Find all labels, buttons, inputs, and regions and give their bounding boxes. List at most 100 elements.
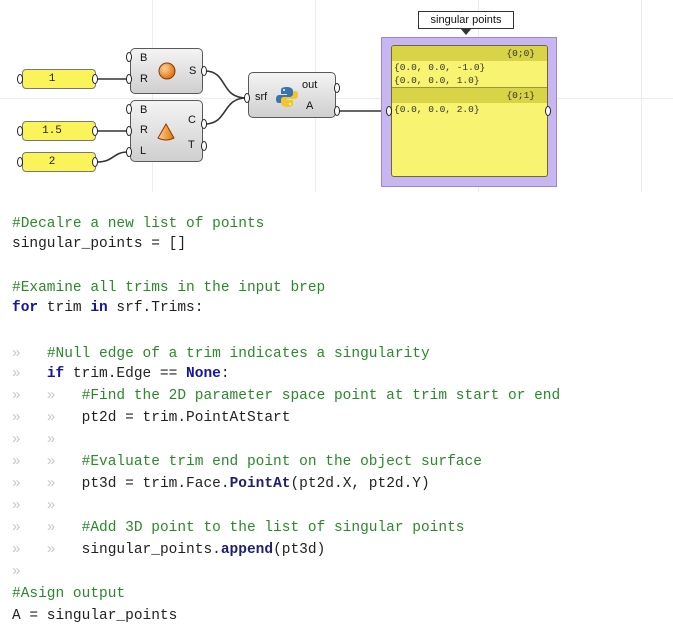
python-output-a-grip[interactable] — [334, 106, 340, 116]
number-slider[interactable]: 1 — [22, 69, 96, 89]
slider-output-grip[interactable] — [92, 126, 98, 136]
cone-output-c[interactable]: C — [188, 114, 196, 126]
cone-input-r[interactable]: R — [140, 124, 148, 136]
number-slider[interactable]: 2 — [22, 152, 96, 172]
method-pointat: PointAt — [229, 476, 291, 492]
python-output-out-grip[interactable] — [334, 83, 340, 93]
code-line-17: » — [12, 562, 21, 582]
wire-cone-to-python — [204, 97, 247, 125]
slider-left-grip[interactable] — [17, 74, 23, 84]
code-text: srf.Trims: — [107, 300, 204, 316]
code-text: trim.Edge == — [64, 366, 187, 382]
indent-guide: » — [12, 366, 47, 382]
cone-input-r-grip[interactable] — [126, 126, 132, 136]
panel-item: {0.0, 0.0, -1.0} — [394, 62, 486, 73]
indent-guide: » » — [12, 388, 82, 404]
code-comment: #Evaluate trim end point on the object s… — [81, 454, 482, 470]
sphere-input-r[interactable]: R — [140, 73, 148, 85]
code-line-7: » #Null edge of a trim indicates a singu… — [12, 344, 430, 364]
singular-points-panel[interactable]: {0;0} {0.0, 0.0, -1.0} {0.0, 0.0, 1.0} {… — [391, 45, 548, 177]
panel-output-grip[interactable] — [545, 106, 551, 116]
slider-left-grip[interactable] — [17, 157, 23, 167]
slider-output-grip[interactable] — [92, 157, 98, 167]
code-line-10: » » pt2d = trim.PointAtStart — [12, 408, 290, 428]
indent-guide: » » — [12, 520, 82, 536]
code-comment: #Add 3D point to the list of singular po… — [81, 520, 465, 536]
wire-slider3-to-cone-l — [95, 151, 129, 163]
wires — [95, 70, 388, 163]
code-line-4: #Examine all trims in the input brep — [12, 278, 325, 298]
sphere-input-r-grip[interactable] — [126, 74, 132, 84]
code-line-16: » » singular_points.append(pt3d) — [12, 540, 325, 560]
indent-guide: » » — [12, 454, 82, 470]
indent-guide: » » — [12, 476, 82, 492]
code-text: singular_points. — [81, 542, 221, 558]
cone-output-t[interactable]: T — [188, 139, 195, 151]
sphere-icon — [158, 62, 176, 80]
code-line-9: » » #Find the 2D parameter space point a… — [12, 386, 560, 406]
branch-path: {0;1} — [392, 88, 547, 103]
keyword-if: if — [46, 366, 65, 382]
indent-guide: » — [12, 346, 47, 362]
code-line-1: #Decalre a new list of points — [12, 214, 264, 234]
code-line-2: singular_points = [] — [12, 234, 186, 254]
code-line-18: #Asign output — [12, 584, 125, 604]
slider-left-grip[interactable] — [17, 126, 23, 136]
code-text: pt2d = trim.PointAtStart — [81, 410, 291, 426]
cone-output-c-grip[interactable] — [201, 119, 207, 129]
code-line-8: » if trim.Edge == None: — [12, 364, 230, 384]
sphere-output-s-grip[interactable] — [201, 66, 207, 76]
method-append: append — [220, 542, 274, 558]
indent-guide: » » — [12, 542, 82, 558]
keyword-for: for — [12, 300, 39, 316]
indent-guide: » » — [12, 432, 56, 448]
code-text: trim — [38, 300, 91, 316]
code-comment: #Examine all trims in the input brep — [12, 280, 326, 296]
code-line-13: » » pt3d = trim.Face.PointAt(pt2d.X, pt2… — [12, 474, 430, 494]
code-text: pt3d = trim.Face. — [81, 476, 230, 492]
wire-sphere-to-python — [204, 70, 247, 99]
cone-input-l-grip[interactable] — [126, 147, 132, 157]
cone-input-l[interactable]: L — [140, 145, 146, 157]
cone-input-b[interactable]: B — [140, 104, 147, 116]
code-text: : — [220, 366, 230, 382]
code-text: singular_points = [] — [12, 236, 187, 252]
indent-guide: » » — [12, 410, 82, 426]
keyword-in: in — [90, 300, 108, 316]
slider-value: 1 — [48, 73, 56, 85]
tooltip-arrow — [460, 28, 472, 35]
sphere-input-b-grip[interactable] — [126, 52, 132, 62]
python-icon — [276, 87, 298, 107]
panel-tooltip: singular points — [418, 11, 514, 29]
code-comment: #Find the 2D parameter space point at tr… — [81, 388, 561, 404]
slider-value: 2 — [48, 156, 56, 168]
code-text: A = singular_points — [12, 608, 178, 624]
python-output-a[interactable]: A — [306, 100, 313, 112]
code-line-12: » » #Evaluate trim end point on the obje… — [12, 452, 482, 472]
grasshopper-canvas[interactable]: 1 1.5 2 B R S B R L C T srf out A singul… — [0, 0, 673, 192]
code-comment: #Null edge of a trim indicates a singula… — [46, 346, 430, 362]
cone-input-b-grip[interactable] — [126, 104, 132, 114]
branch-path: {0;0} — [392, 46, 547, 61]
code-comment: #Decalre a new list of points — [12, 216, 265, 232]
python-input-srf-grip[interactable] — [244, 93, 250, 103]
code-line-5: for trim in srf.Trims: — [12, 298, 203, 318]
number-slider[interactable]: 1.5 — [22, 121, 96, 141]
sphere-input-b[interactable]: B — [140, 52, 147, 64]
indent-guide: » — [12, 564, 21, 580]
python-input-srf[interactable]: srf — [255, 91, 267, 103]
slider-output-grip[interactable] — [92, 74, 98, 84]
panel-input-grip[interactable] — [386, 106, 392, 116]
indent-guide: » » — [12, 498, 56, 514]
code-line-19: A = singular_points — [12, 606, 177, 626]
code-text: (pt2d.X, pt2d.Y) — [290, 476, 430, 492]
panel-item: {0.0, 0.0, 2.0} — [394, 104, 480, 115]
code-line-14: » » — [12, 496, 56, 516]
slider-value: 1.5 — [42, 125, 62, 137]
sphere-output-s[interactable]: S — [189, 65, 196, 77]
code-line-15: » » #Add 3D point to the list of singula… — [12, 518, 465, 538]
code-text: (pt3d) — [273, 542, 326, 558]
cone-icon — [157, 122, 175, 141]
cone-output-t-grip[interactable] — [201, 141, 207, 151]
python-output-out[interactable]: out — [302, 79, 317, 91]
